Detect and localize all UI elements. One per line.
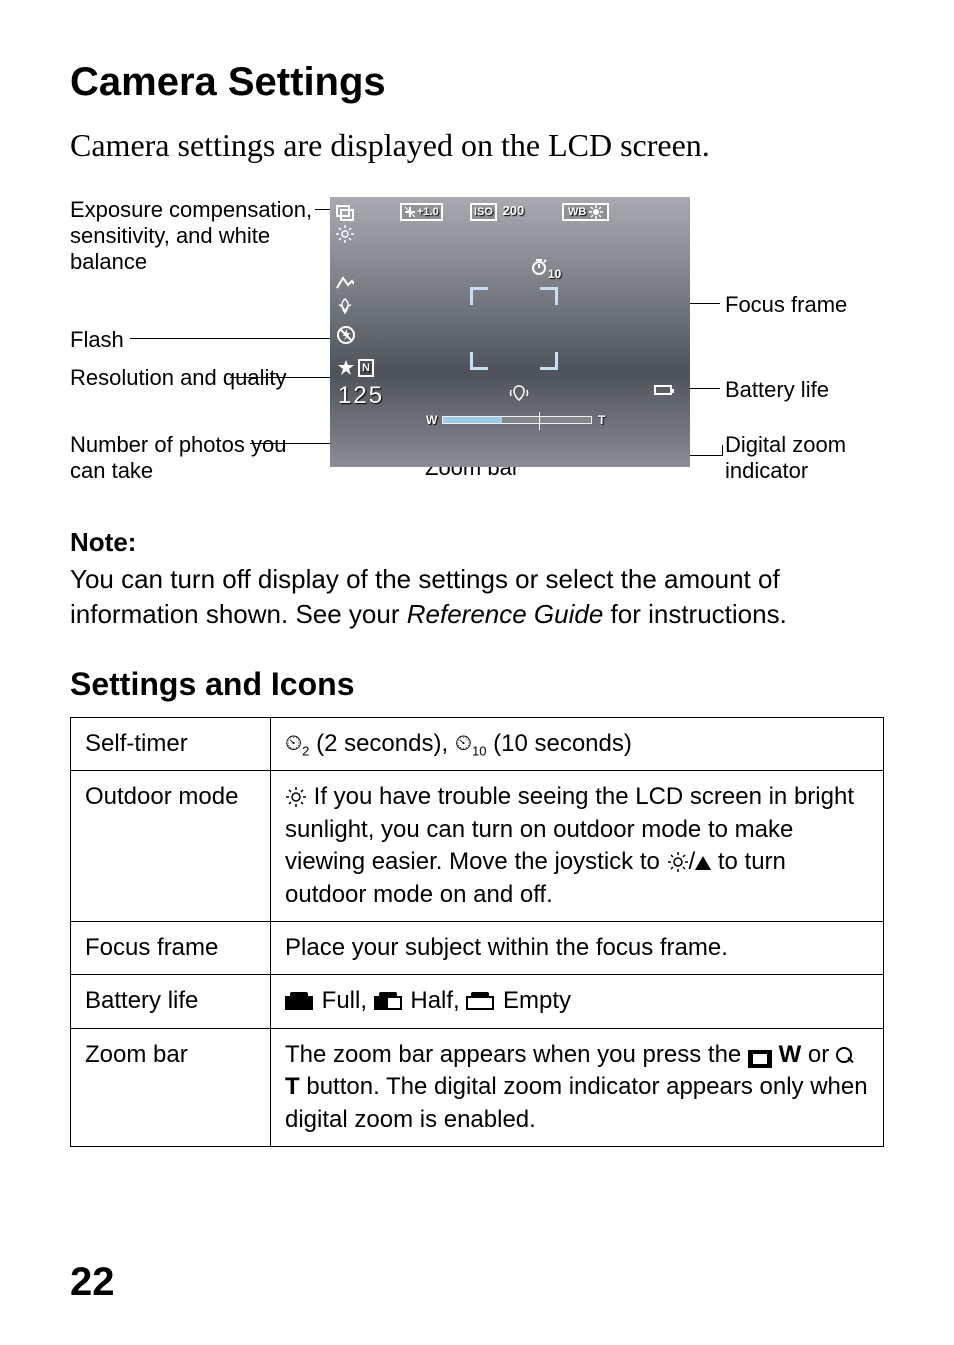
ev-osd: +1.0 xyxy=(400,203,443,221)
table-row: Battery life Full, Half, Empty xyxy=(71,975,884,1028)
label-flash: Flash xyxy=(70,327,124,353)
note-body: You can turn off display of the settings… xyxy=(70,562,884,632)
self-timer-value: 10 xyxy=(548,267,561,281)
iso-osd: ISO xyxy=(470,203,497,221)
row-desc: ⏲2 (2 seconds), ⏲10 (10 seconds) xyxy=(271,717,884,771)
text: (10 seconds) xyxy=(486,730,631,757)
label-battery-life: Battery life xyxy=(725,377,829,403)
note-body-post: for instructions. xyxy=(603,599,787,629)
resolution-osd-icon xyxy=(336,359,356,380)
label-focus-frame: Focus frame xyxy=(725,292,847,318)
landscape-osd-icon xyxy=(336,275,354,292)
focus-frame-corner xyxy=(470,287,488,305)
ev-value: +1.0 xyxy=(417,205,439,219)
row-name: Focus frame xyxy=(71,921,271,974)
lcd-screen: N 125 +1.0 ISO 200 WB 10 xyxy=(330,197,690,467)
text: button. The digital zoom indicator appea… xyxy=(285,1073,868,1132)
text: Empty xyxy=(496,987,571,1014)
row-name: Zoom bar xyxy=(71,1028,271,1146)
row-name: Self-timer xyxy=(71,717,271,771)
section-heading: Settings and Icons xyxy=(70,666,884,703)
zoom-bar-osd xyxy=(442,416,592,424)
text: or xyxy=(801,1041,836,1068)
row-desc: If you have trouble seeing the LCD scree… xyxy=(271,771,884,922)
zoom-w-osd: W xyxy=(426,413,437,427)
up-arrow-icon xyxy=(695,856,711,870)
battery-half-icon xyxy=(374,996,402,1010)
note-body-italic: Reference Guide xyxy=(407,599,604,629)
note-heading: Note: xyxy=(70,527,884,558)
zoom-t-osd: T xyxy=(598,413,605,427)
battery-empty-icon xyxy=(466,996,494,1010)
row-desc: The zoom bar appears when you press the … xyxy=(271,1028,884,1146)
self-timer-osd: 10 xyxy=(530,257,561,281)
sun-osd-icon xyxy=(336,225,354,246)
quality-osd: N xyxy=(358,359,374,377)
row-desc: Full, Half, Empty xyxy=(271,975,884,1028)
battery-osd-icon xyxy=(654,385,672,395)
row-desc: Place your subject within the focus fram… xyxy=(271,921,884,974)
focus-frame-corner xyxy=(540,352,558,370)
focus-frame-corner xyxy=(470,352,488,370)
lcd-diagram: Exposure compensation, sensitivity, and … xyxy=(70,197,890,497)
text: W xyxy=(772,1041,801,1068)
macro-osd-icon xyxy=(336,297,354,318)
label-resolution: Resolution and quality xyxy=(70,365,315,391)
outdoor-mode-icon xyxy=(667,851,689,873)
wb-osd: WB xyxy=(562,203,609,221)
table-row: Zoom bar The zoom bar appears when you p… xyxy=(71,1028,884,1146)
page-title: Camera Settings xyxy=(70,60,884,105)
wb-label: WB xyxy=(568,205,586,219)
timer-icon: ⏲2 xyxy=(285,728,309,760)
focus-frame-corner xyxy=(540,287,558,305)
text: (2 seconds), xyxy=(309,730,454,757)
row-name: Outdoor mode xyxy=(71,771,271,922)
iso-value-osd: 200 xyxy=(503,203,525,218)
page-subtitle: Camera settings are displayed on the LCD… xyxy=(70,125,884,167)
text: T xyxy=(285,1073,300,1100)
table-row: Outdoor mode If you have trouble seeing … xyxy=(71,771,884,922)
text: Half, xyxy=(404,987,467,1014)
zoom-out-icon xyxy=(748,1050,772,1068)
outdoor-mode-icon xyxy=(285,786,307,808)
page-number: 22 xyxy=(70,1260,115,1305)
text: The zoom bar appears when you press the xyxy=(285,1041,748,1068)
text: / xyxy=(689,848,696,875)
row-name: Battery life xyxy=(71,975,271,1028)
label-exposure: Exposure compensation, sensitivity, and … xyxy=(70,197,315,276)
zoom-in-icon xyxy=(836,1047,854,1065)
table-row: Self-timer ⏲2 (2 seconds), ⏲10 (10 secon… xyxy=(71,717,884,771)
label-photos-remaining: Number of photos you can take xyxy=(70,432,315,485)
flash-off-osd-icon xyxy=(336,325,356,348)
settings-table: Self-timer ⏲2 (2 seconds), ⏲10 (10 secon… xyxy=(70,717,884,1147)
timer-icon: ⏲10 xyxy=(455,728,487,760)
shots-remaining-osd: 125 xyxy=(338,382,384,410)
table-row: Focus frame Place your subject within th… xyxy=(71,921,884,974)
text: Full, xyxy=(315,987,374,1014)
battery-full-icon xyxy=(285,996,313,1010)
label-digital-zoom: Digital zoom indicator xyxy=(725,432,895,485)
antishake-osd-icon xyxy=(508,382,530,407)
